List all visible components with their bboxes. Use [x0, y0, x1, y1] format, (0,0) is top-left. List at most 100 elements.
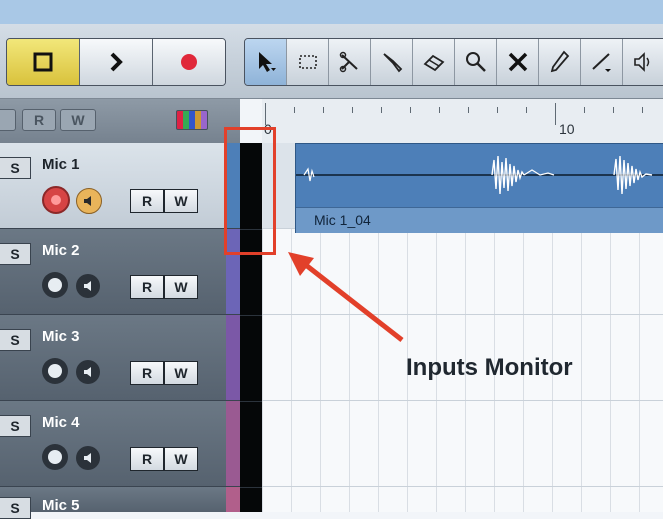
stop-icon — [33, 52, 53, 72]
ruler-tick — [381, 107, 382, 113]
record-enable-icon — [48, 450, 62, 464]
read-automation-button[interactable]: R — [130, 447, 164, 471]
zoom-tool-button[interactable] — [455, 39, 497, 85]
tool-palette — [244, 38, 663, 86]
track-name[interactable]: Mic 3 — [42, 328, 80, 345]
speaker-icon — [84, 281, 91, 291]
transport-controls — [6, 38, 226, 86]
record-enable-icon — [48, 278, 62, 292]
meter-divider — [240, 315, 262, 316]
ruler-tick — [497, 107, 498, 113]
track-colors-icon[interactable] — [176, 110, 208, 130]
record-enable-button[interactable] — [42, 444, 68, 470]
speaker-icon — [84, 367, 91, 377]
ruler-tick — [323, 107, 324, 113]
record-enable-button[interactable] — [42, 358, 68, 384]
record-enable-button[interactable] — [42, 272, 68, 298]
read-label: R — [141, 193, 153, 209]
track-lane[interactable] — [262, 401, 663, 487]
solo-button[interactable]: S — [0, 497, 31, 519]
solo-label: S — [10, 160, 20, 176]
write-automation-button[interactable]: W — [164, 189, 198, 213]
draw-tool-icon — [550, 50, 569, 73]
track-mic-3[interactable]: S Mic 3 R W — [0, 315, 240, 401]
solo-button[interactable]: S — [0, 157, 31, 179]
split-tool-icon — [339, 51, 358, 73]
write-label: W — [174, 193, 188, 209]
glue-tool-button[interactable] — [371, 39, 413, 85]
monitor-button[interactable] — [76, 360, 100, 384]
solo-button[interactable]: S — [0, 329, 31, 351]
record-enable-button[interactable] — [42, 186, 70, 214]
write-automation-button[interactable]: W — [164, 361, 198, 385]
read-all-label: R — [33, 112, 45, 128]
speaker-icon — [84, 196, 91, 206]
read-automation-button[interactable]: R — [130, 275, 164, 299]
play-tool-button[interactable] — [623, 39, 663, 85]
write-all-label: W — [71, 112, 85, 128]
split-tool-button[interactable] — [329, 39, 371, 85]
track-mic-1[interactable]: S Mic 1 R W — [0, 143, 240, 229]
read-automation-button[interactable]: R — [130, 189, 164, 213]
write-automation-button[interactable]: W — [164, 275, 198, 299]
meter-divider — [240, 487, 262, 488]
stop-button[interactable] — [7, 39, 80, 85]
track-name[interactable]: Mic 5 — [42, 497, 80, 514]
zoom-tool-icon — [465, 52, 486, 72]
track-mic-2[interactable]: S Mic 2 R W — [0, 229, 240, 315]
solo-label: S — [10, 500, 20, 516]
track-mic-4[interactable]: S Mic 4 R W — [0, 401, 240, 487]
range-selection-tool-icon — [298, 55, 317, 69]
inputs-monitor-highlight-box — [224, 127, 276, 255]
range-selection-tool-button[interactable] — [287, 39, 329, 85]
play-icon — [110, 52, 123, 72]
track-name[interactable]: Mic 4 — [42, 414, 80, 431]
monitor-button[interactable] — [76, 274, 100, 298]
track-list-header: R W — [0, 99, 240, 143]
ruler-tick — [439, 107, 440, 113]
record-enable-icon — [48, 364, 62, 378]
waveform — [296, 155, 663, 195]
track-name[interactable]: Mic 1 — [42, 156, 80, 173]
track-color-strip — [226, 315, 240, 400]
track-name[interactable]: Mic 2 — [42, 242, 80, 259]
audio-event[interactable]: Mic 1_04 — [295, 143, 663, 233]
record-button[interactable] — [153, 39, 225, 85]
ruler-tick — [410, 107, 411, 113]
monitor-button[interactable] — [76, 188, 102, 214]
erase-tool-button[interactable] — [413, 39, 455, 85]
ruler-tick — [468, 107, 469, 113]
line-tool-button[interactable] — [581, 39, 623, 85]
read-all-button[interactable]: R — [22, 109, 56, 131]
record-enable-icon — [51, 195, 61, 205]
monitor-button[interactable] — [76, 446, 100, 470]
partial-header-chip[interactable] — [0, 109, 16, 131]
track-mic-5[interactable]: S Mic 5 R W — [0, 487, 240, 519]
window-title-bar — [0, 0, 663, 24]
ruler-tick — [642, 107, 643, 113]
track-color-strip — [226, 401, 240, 486]
solo-label: S — [10, 418, 20, 434]
erase-tool-icon — [423, 54, 444, 72]
solo-label: S — [10, 332, 20, 348]
write-label: W — [174, 365, 188, 381]
solo-label: S — [10, 246, 20, 262]
ruler-tick — [352, 107, 353, 113]
object-selection-tool-icon — [258, 52, 276, 72]
ruler-tick — [555, 103, 556, 125]
solo-button[interactable]: S — [0, 243, 31, 265]
track-color-strip — [226, 487, 240, 512]
mute-tool-button[interactable] — [497, 39, 539, 85]
play-button[interactable] — [80, 39, 153, 85]
timeline-ruler[interactable]: 0 10 — [262, 99, 663, 144]
inputs-monitor-annotation: Inputs Monitor — [406, 354, 573, 381]
mute-tool-icon — [508, 52, 527, 72]
write-automation-button[interactable]: W — [164, 447, 198, 471]
solo-button[interactable]: S — [0, 415, 31, 437]
draw-tool-button[interactable] — [539, 39, 581, 85]
write-all-button[interactable]: W — [60, 109, 96, 131]
object-selection-tool-button[interactable] — [245, 39, 287, 85]
read-automation-button[interactable]: R — [130, 361, 164, 385]
line-tool-icon — [591, 53, 611, 72]
toolbar — [0, 24, 663, 99]
